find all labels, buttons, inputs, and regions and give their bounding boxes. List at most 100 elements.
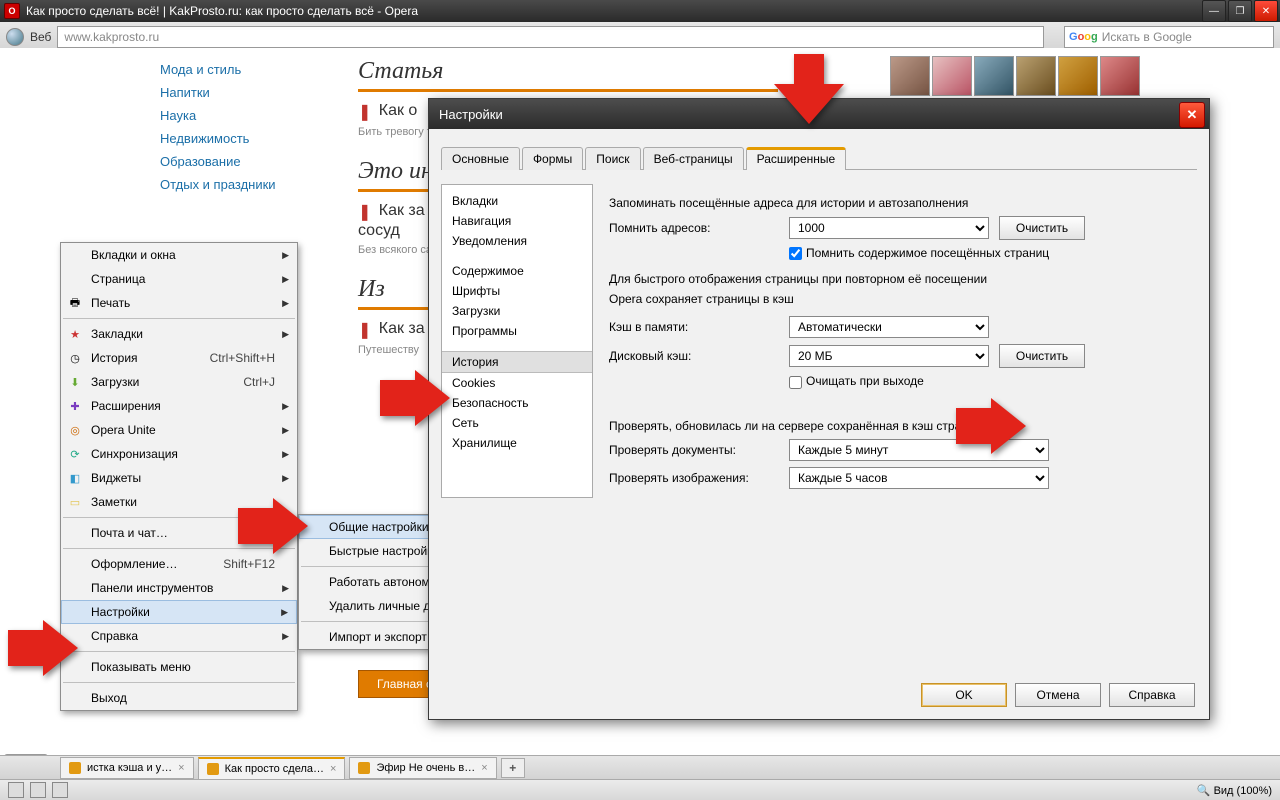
document-tab-label: Эфир Не очень в… (376, 762, 475, 774)
avatar[interactable] (974, 56, 1014, 96)
menu-shortcut: Ctrl+J (243, 375, 275, 389)
advanced-category-item[interactable]: Вкладки (442, 191, 592, 211)
advanced-category-item[interactable]: Содержимое (442, 261, 592, 281)
history-settings-panel: Запоминать посещённые адреса для истории… (609, 184, 1197, 498)
dialog-tab[interactable]: Формы (522, 147, 583, 170)
dialog-close-button[interactable]: ✕ (1179, 102, 1205, 128)
category-link[interactable]: Отдых и праздники (160, 173, 340, 196)
zoom-indicator[interactable]: 🔍 Вид (100%) (1197, 784, 1272, 797)
menu-item-icon: ◧ (67, 470, 83, 486)
menu-item[interactable]: ◎Opera Unite▶ (61, 418, 297, 442)
category-link[interactable]: Напитки (160, 81, 340, 104)
mem-cache-select[interactable]: Автоматически (789, 316, 989, 338)
menu-item[interactable]: Настройки▶ (61, 600, 297, 624)
menu-item[interactable]: Вкладки и окна▶ (61, 243, 297, 267)
check-docs-select[interactable]: Каждые 5 минут (789, 439, 1049, 461)
disk-cache-select[interactable]: 20 МБ (789, 345, 989, 367)
address-scheme-label: Веб (30, 30, 51, 44)
menu-item-icon: ⬇ (67, 374, 83, 390)
avatar[interactable] (1058, 56, 1098, 96)
panel-toggle-icon[interactable] (8, 782, 24, 798)
tab-close-icon[interactable]: × (481, 762, 487, 774)
clear-on-exit-checkbox[interactable]: Очищать при выходе (789, 374, 924, 388)
advanced-category-item[interactable]: Уведомления (442, 231, 592, 251)
advanced-category-item[interactable]: История (442, 351, 592, 373)
menu-item-label: Печать (91, 296, 130, 310)
clear-addresses-button[interactable]: Очистить (999, 216, 1085, 240)
avatar-strip (890, 56, 1140, 96)
advanced-category-item[interactable]: Шрифты (442, 281, 592, 301)
cancel-button[interactable]: Отмена (1015, 683, 1101, 707)
dialog-tab[interactable]: Основные (441, 147, 520, 170)
remember-addresses-select[interactable]: 1000 (789, 217, 989, 239)
new-tab-button[interactable]: + (501, 758, 525, 778)
avatar[interactable] (1100, 56, 1140, 96)
dialog-tab[interactable]: Поиск (585, 147, 640, 170)
document-tab[interactable]: истка кэша и у… × (60, 757, 194, 779)
article-link[interactable]: Как за (379, 320, 425, 337)
unite-status-icon[interactable] (52, 782, 68, 798)
ok-button[interactable]: OK (921, 683, 1007, 707)
menu-item[interactable]: Почта и чат… (61, 521, 297, 545)
menu-separator (63, 517, 295, 518)
tab-close-icon[interactable]: × (330, 763, 336, 775)
advanced-category-item[interactable]: Хранилище (442, 433, 592, 453)
window-titlebar: O Как просто сделать всё! | KakProsto.ru… (0, 0, 1280, 22)
article-link[interactable]: Как о (379, 102, 418, 119)
menu-item[interactable]: ⟳Синхронизация▶ (61, 442, 297, 466)
category-link[interactable]: Наука (160, 104, 340, 127)
menu-item[interactable]: 🖶Печать▶ (61, 291, 297, 315)
advanced-category-item[interactable]: Программы (442, 321, 592, 341)
menu-item[interactable]: ⬇ЗагрузкиCtrl+J (61, 370, 297, 394)
bullet-icon: ❚ (358, 204, 371, 221)
menu-item-icon: ★ (67, 326, 83, 342)
help-button[interactable]: Справка (1109, 683, 1195, 707)
category-link[interactable]: Мода и стиль (160, 58, 340, 81)
advanced-category-item[interactable]: Загрузки (442, 301, 592, 321)
document-tab-label: истка кэша и у… (87, 762, 172, 774)
avatar[interactable] (932, 56, 972, 96)
window-minimize-button[interactable]: — (1202, 0, 1226, 22)
category-link[interactable]: Недвижимость (160, 127, 340, 150)
menu-item[interactable]: Оформление…Shift+F12 (61, 552, 297, 576)
dialog-tab[interactable]: Расширенные (746, 147, 847, 170)
submenu-arrow-icon: ▶ (282, 401, 289, 412)
menu-item-label: Почта и чат… (91, 526, 168, 540)
menu-item[interactable]: ✚Расширения▶ (61, 394, 297, 418)
menu-item[interactable]: Выход (61, 686, 297, 710)
submenu-arrow-icon: ▶ (282, 631, 289, 642)
category-link[interactable]: Образование (160, 150, 340, 173)
menu-item[interactable]: Показывать меню (61, 655, 297, 679)
advanced-category-item[interactable]: Безопасность (442, 393, 592, 413)
article-link[interactable]: Как за (379, 202, 425, 219)
document-tab[interactable]: Эфир Не очень в… × (349, 757, 496, 779)
menu-item[interactable]: ★Закладки▶ (61, 322, 297, 346)
menu-item-icon: ◎ (67, 422, 83, 438)
sync-status-icon[interactable] (30, 782, 46, 798)
browser-search-input[interactable]: Goog Искать в Google (1064, 26, 1274, 48)
document-tab-label: Как просто сдела… (225, 763, 324, 775)
address-input[interactable]: www.kakprosto.ru (57, 26, 1044, 48)
advanced-category-item[interactable]: Cookies (442, 373, 592, 393)
address-url-text: www.kakprosto.ru (64, 30, 159, 44)
document-tab[interactable]: Как просто сдела… × (198, 757, 346, 780)
clear-disk-cache-button[interactable]: Очистить (999, 344, 1085, 368)
advanced-category-list: ВкладкиНавигацияУведомления СодержимоеШри… (441, 184, 593, 498)
avatar[interactable] (890, 56, 930, 96)
menu-item-icon: ▭ (67, 494, 83, 510)
check-imgs-select[interactable]: Каждые 5 часов (789, 467, 1049, 489)
window-close-button[interactable]: ✕ (1254, 0, 1278, 22)
window-maximize-button[interactable]: ❐ (1228, 0, 1252, 22)
remember-content-checkbox[interactable]: Помнить содержимое посещённых страниц (789, 246, 1049, 260)
tab-close-icon[interactable]: × (178, 762, 184, 774)
avatar[interactable] (1016, 56, 1056, 96)
dialog-tab[interactable]: Веб-страницы (643, 147, 744, 170)
menu-item[interactable]: Панели инструментов▶ (61, 576, 297, 600)
menu-item[interactable]: Страница▶ (61, 267, 297, 291)
menu-item[interactable]: ◷ИсторияCtrl+Shift+H (61, 346, 297, 370)
menu-item[interactable]: ◧Виджеты▶ (61, 466, 297, 490)
menu-item[interactable]: Справка▶ (61, 624, 297, 648)
advanced-category-item[interactable]: Навигация (442, 211, 592, 231)
advanced-category-item[interactable]: Сеть (442, 413, 592, 433)
menu-item[interactable]: ▭Заметки (61, 490, 297, 514)
